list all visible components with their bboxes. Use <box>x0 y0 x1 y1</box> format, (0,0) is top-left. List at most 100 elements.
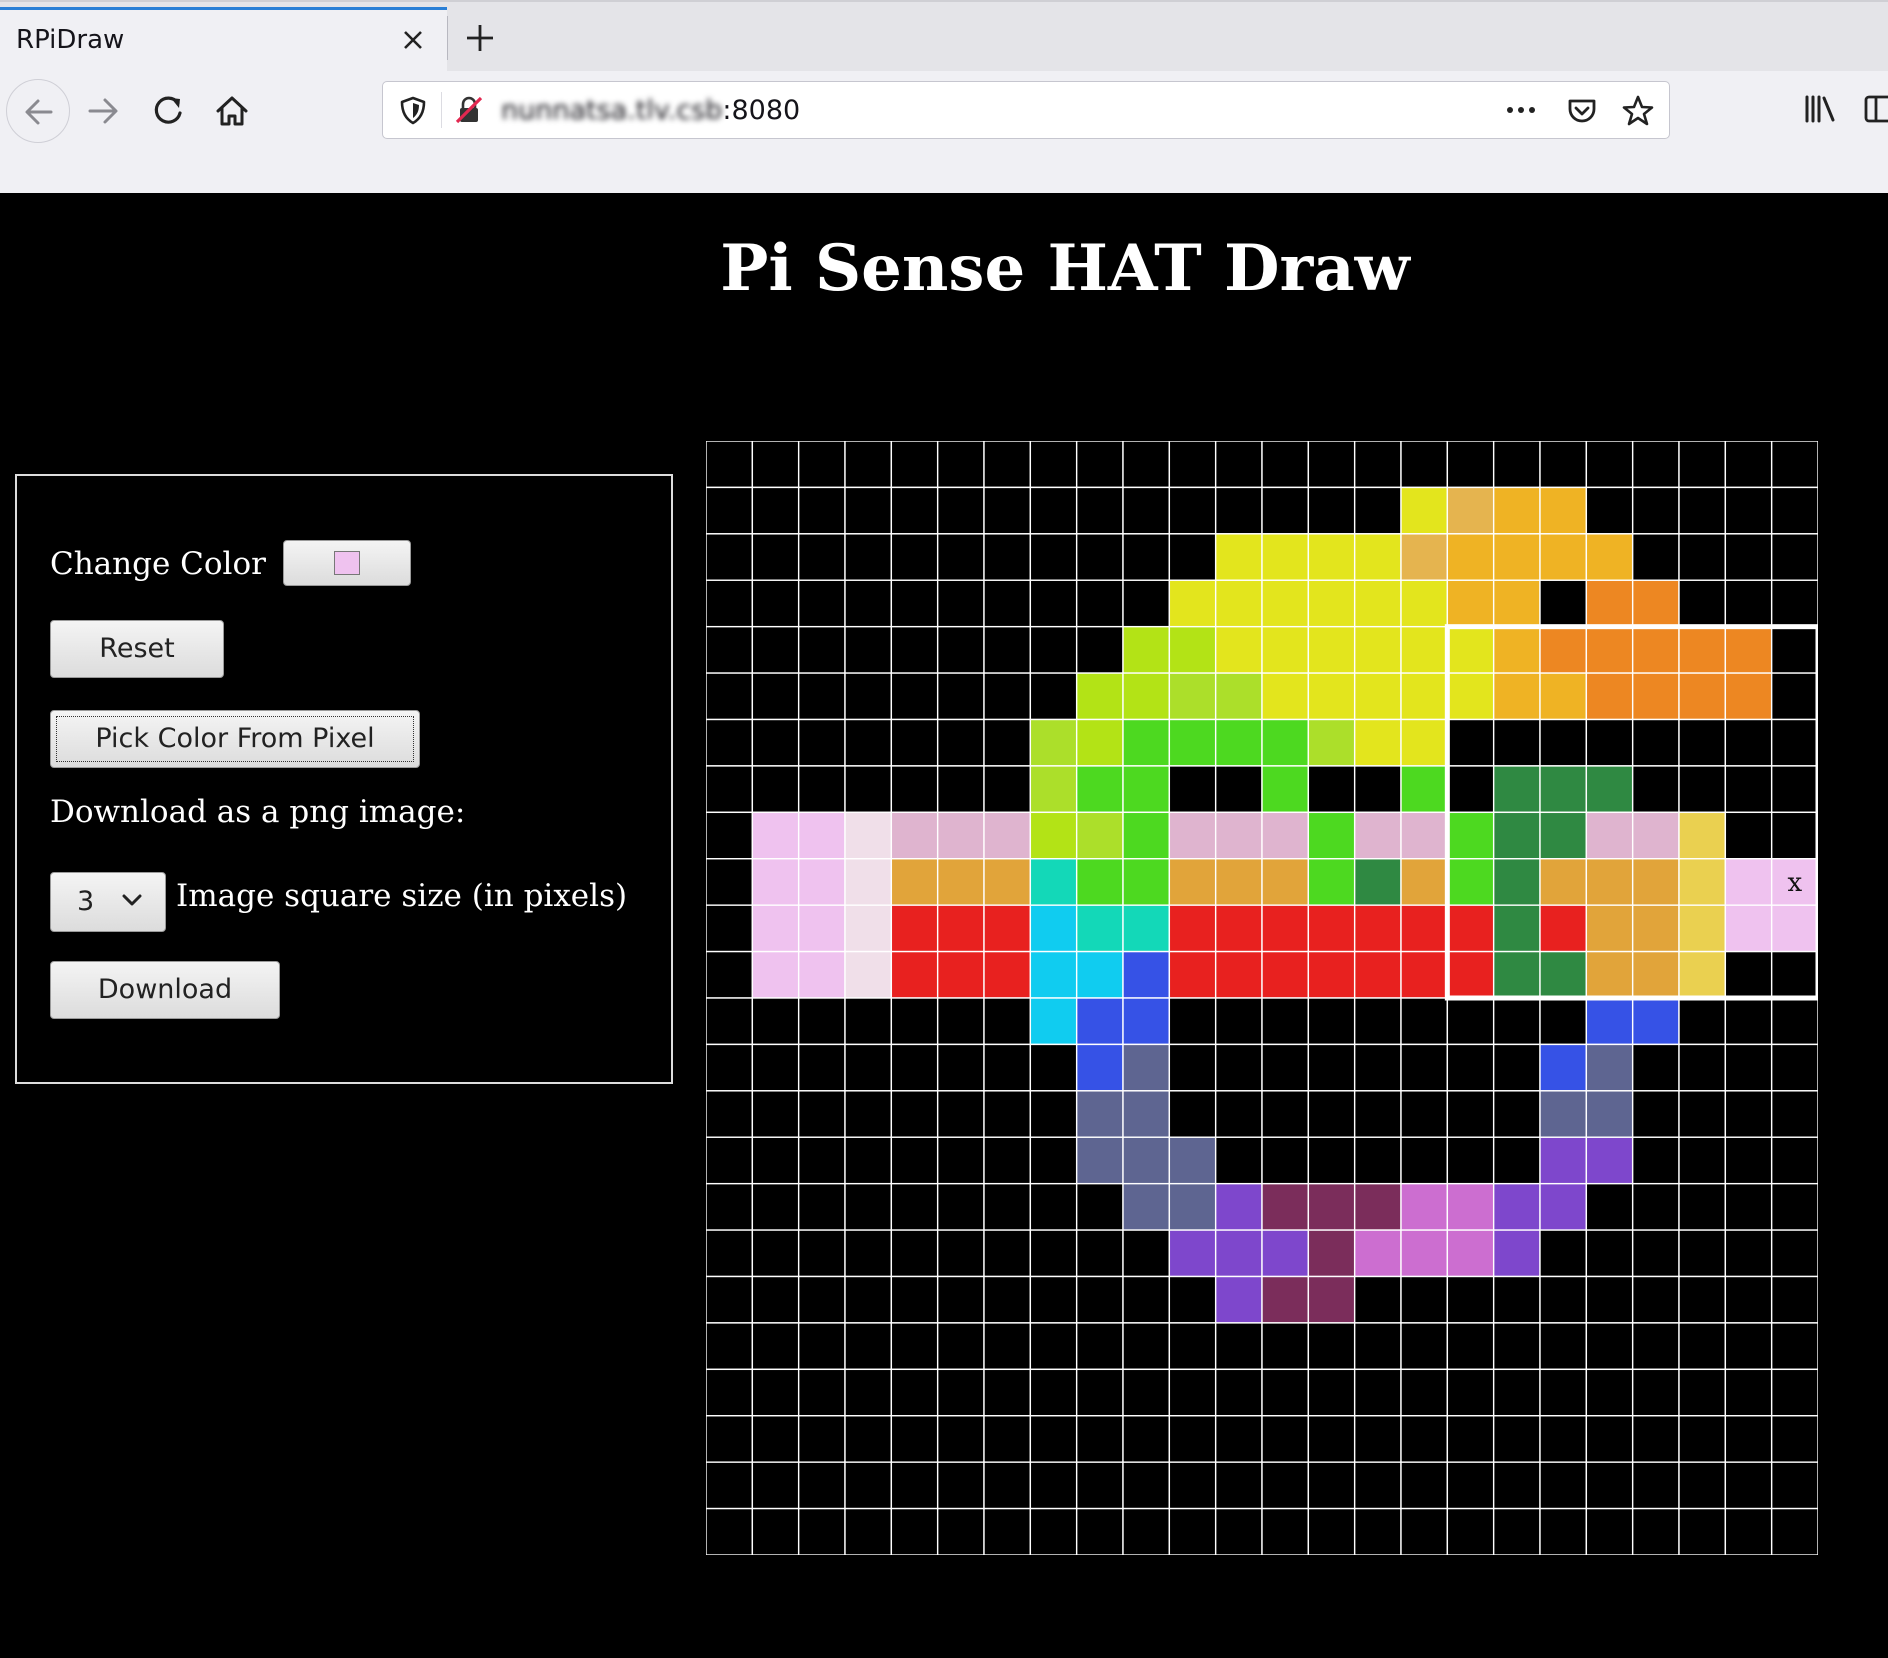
grid-cell[interactable] <box>983 1275 1032 1324</box>
grid-cell[interactable] <box>1353 625 1402 674</box>
grid-cell[interactable] <box>1770 1461 1818 1510</box>
grid-cell[interactable] <box>797 1322 846 1371</box>
grid-cell[interactable] <box>1122 533 1171 581</box>
grid-cell[interactable] <box>1400 1229 1449 1278</box>
grid-cell[interactable] <box>1075 1090 1124 1138</box>
grid-cell[interactable] <box>1214 1182 1263 1231</box>
grid-cell[interactable] <box>1075 1275 1124 1324</box>
reset-button[interactable]: Reset <box>50 620 224 678</box>
grid-cell[interactable] <box>1724 1415 1773 1463</box>
grid-cell[interactable] <box>1724 1368 1773 1417</box>
grid-cell[interactable] <box>1492 672 1541 721</box>
grid-cell[interactable] <box>1122 1322 1171 1371</box>
grid-cell[interactable] <box>844 950 893 999</box>
grid-cell[interactable] <box>890 765 939 814</box>
grid-cell[interactable] <box>1400 718 1449 767</box>
grid-cell[interactable] <box>797 1136 846 1185</box>
grid-cell[interactable] <box>1075 765 1124 814</box>
grid-cell[interactable] <box>936 1322 985 1371</box>
grid-cell[interactable] <box>936 1507 985 1555</box>
grid-cell[interactable] <box>751 1090 800 1138</box>
grid-cell[interactable] <box>1307 765 1356 814</box>
grid-cell[interactable] <box>1307 950 1356 999</box>
grid-cell[interactable] <box>1122 1090 1171 1138</box>
grid-cell[interactable] <box>844 997 893 1046</box>
grid-cell[interactable] <box>890 904 939 953</box>
grid-cell[interactable] <box>1631 858 1680 906</box>
reload-icon[interactable] <box>146 89 190 133</box>
grid-cell[interactable] <box>1678 950 1727 999</box>
grid-cell[interactable] <box>1724 1461 1773 1510</box>
grid-cell[interactable] <box>1214 1415 1263 1463</box>
grid-cell[interactable] <box>1678 1136 1727 1185</box>
grid-cell[interactable] <box>1029 1043 1078 1092</box>
grid-cell[interactable] <box>1585 1368 1634 1417</box>
grid-cell[interactable] <box>1029 625 1078 674</box>
grid-cell[interactable] <box>890 533 939 581</box>
grid-cell[interactable] <box>1214 1461 1263 1510</box>
grid-cell[interactable] <box>1122 997 1171 1046</box>
grid-cell[interactable] <box>1631 579 1680 628</box>
grid-cell[interactable] <box>1353 858 1402 906</box>
grid-cell[interactable] <box>1168 811 1217 860</box>
grid-cell[interactable] <box>1168 1043 1217 1092</box>
grid-cell[interactable] <box>1492 718 1541 767</box>
grid-cell[interactable] <box>1492 765 1541 814</box>
grid-cell[interactable] <box>1400 625 1449 674</box>
grid-cell[interactable] <box>1400 1368 1449 1417</box>
grid-cell[interactable] <box>797 765 846 814</box>
grid-cell[interactable] <box>751 625 800 674</box>
grid-cell[interactable] <box>797 579 846 628</box>
grid-cell[interactable] <box>797 1507 846 1555</box>
grid-cell[interactable] <box>1678 1461 1727 1510</box>
grid-cell[interactable] <box>1261 1275 1310 1324</box>
grid-cell[interactable] <box>1075 858 1124 906</box>
grid-cell[interactable] <box>1353 997 1402 1046</box>
grid-cell[interactable] <box>797 1229 846 1278</box>
grid-cell[interactable] <box>1168 858 1217 906</box>
grid-cell[interactable] <box>844 579 893 628</box>
grid-cell[interactable] <box>1400 1182 1449 1231</box>
grid-cell[interactable] <box>1400 1507 1449 1555</box>
grid-cell[interactable] <box>1261 486 1310 535</box>
grid-cell[interactable] <box>1400 579 1449 628</box>
grid-cell[interactable] <box>1214 1043 1263 1092</box>
grid-cell[interactable] <box>751 672 800 721</box>
grid-cell[interactable] <box>1307 579 1356 628</box>
grid-cell[interactable] <box>1214 1275 1263 1324</box>
grid-cell[interactable] <box>1353 1090 1402 1138</box>
grid-cell[interactable] <box>1631 765 1680 814</box>
insecure-lock-icon[interactable] <box>453 94 485 126</box>
grid-cell[interactable] <box>1307 904 1356 953</box>
grid-cell[interactable] <box>1122 672 1171 721</box>
grid-cell[interactable] <box>797 1182 846 1231</box>
grid-cell[interactable] <box>1168 1415 1217 1463</box>
grid-cell[interactable] <box>1492 625 1541 674</box>
grid-cell[interactable] <box>983 1229 1032 1278</box>
grid-cell[interactable] <box>1539 765 1588 814</box>
grid-cell[interactable] <box>1029 1461 1078 1510</box>
grid-cell[interactable] <box>1678 1182 1727 1231</box>
grid-cell[interactable] <box>1029 950 1078 999</box>
grid-cell[interactable] <box>1631 1043 1680 1092</box>
grid-cell[interactable] <box>1631 811 1680 860</box>
close-icon[interactable] <box>397 24 429 56</box>
grid-cell[interactable] <box>890 950 939 999</box>
grid-cell[interactable] <box>1029 486 1078 535</box>
grid-cell[interactable] <box>844 441 893 489</box>
grid-cell[interactable] <box>751 1368 800 1417</box>
grid-cell[interactable] <box>1122 950 1171 999</box>
grid-cell[interactable] <box>1353 1322 1402 1371</box>
grid-cell[interactable] <box>936 533 985 581</box>
browser-tab[interactable]: RPiDraw <box>0 7 447 73</box>
grid-cell[interactable] <box>1539 441 1588 489</box>
grid-cell[interactable] <box>1724 1275 1773 1324</box>
grid-cell[interactable] <box>1539 811 1588 860</box>
grid-cell[interactable] <box>1724 811 1773 860</box>
grid-cell[interactable] <box>1724 950 1773 999</box>
pixel-grid[interactable]: x <box>706 441 1818 1555</box>
grid-cell[interactable] <box>706 1090 754 1138</box>
grid-cell[interactable] <box>1539 1275 1588 1324</box>
grid-cell[interactable] <box>983 1461 1032 1510</box>
grid-cell[interactable] <box>1122 486 1171 535</box>
